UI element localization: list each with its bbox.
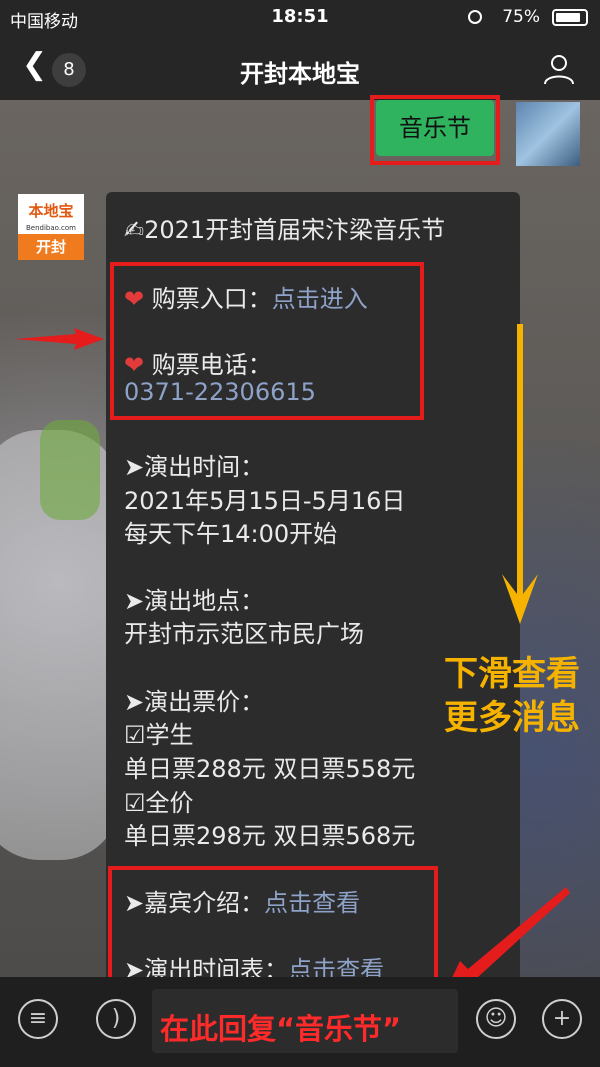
scroll-hint-line2: 更多消息: [444, 698, 580, 738]
time-daily: 每天下午14:00开始: [124, 520, 338, 548]
chat-title: 开封本地宝: [240, 60, 360, 88]
user-avatar[interactable]: [516, 102, 580, 166]
message-title: ✍2021开封首届宋汴梁音乐节: [124, 216, 446, 244]
emoji-icon[interactable]: ☺: [476, 999, 516, 1039]
background-photo-detail: [40, 420, 100, 520]
battery-percent: 75%: [502, 7, 540, 27]
battery-icon: [552, 9, 588, 26]
time-date: 2021年5月15日-5月16日: [124, 487, 406, 515]
highlight-box-sent: [370, 95, 500, 165]
scroll-hint-line1: 下滑查看: [444, 654, 580, 694]
place-label: ➤演出地点：: [124, 587, 265, 615]
full-price-label: ☑全价: [124, 789, 194, 817]
place-value: 开封市示范区市民广场: [124, 620, 364, 648]
status-bar: 中国移动 18:51 75%: [0, 0, 600, 36]
user-icon[interactable]: [542, 52, 576, 86]
student-price: 单日票288元 双日票558元: [124, 755, 416, 783]
input-overlay-text: 在此回复“音乐节”: [160, 1012, 402, 1046]
account-avatar[interactable]: 本地宝 Bendibao.com 开封: [18, 194, 84, 260]
logo-url: Bendibao.com: [25, 224, 76, 232]
student-label: ☑学生: [124, 721, 194, 749]
logo-city: 开封: [18, 234, 84, 260]
menu-icon[interactable]: ≡: [18, 999, 58, 1039]
highlight-box-ticket: [110, 262, 424, 420]
highlight-box-links: [108, 866, 438, 986]
plus-icon[interactable]: +: [542, 999, 582, 1039]
time-label: ➤演出时间：: [124, 453, 265, 481]
logo-text: 本地宝: [28, 202, 74, 220]
price-label: ➤演出票价：: [124, 688, 265, 716]
rotation-lock-icon: [468, 10, 482, 24]
full-price: 单日票298元 双日票568元: [124, 822, 416, 850]
scroll-down-arrow-icon: [502, 324, 538, 624]
voice-icon[interactable]: ): [96, 999, 136, 1039]
chat-header: ❮ 8 开封本地宝: [0, 36, 600, 100]
pointer-arrow-icon: [14, 328, 104, 350]
